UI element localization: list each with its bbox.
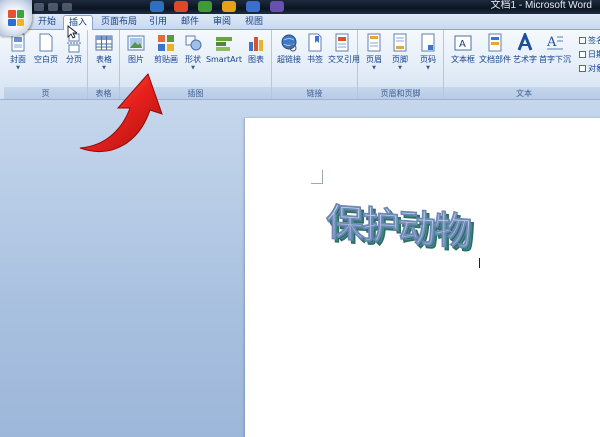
quick-parts-icon (488, 33, 502, 52)
calendar-icon (579, 51, 586, 58)
drop-cap-icon: A (546, 35, 563, 50)
tab-review[interactable]: 审阅 (208, 15, 236, 30)
header-button[interactable]: 页眉 ▼ (362, 33, 386, 71)
picture-button[interactable]: 图片 (124, 33, 148, 65)
document-page[interactable]: 保护动物 保护动物 (245, 118, 600, 437)
hyperlink-button[interactable]: 超链接 (274, 33, 304, 65)
bookmark-button[interactable]: 书签 (304, 33, 326, 65)
cross-reference-button[interactable]: 交叉引用 (328, 33, 360, 64)
redo-icon[interactable] (62, 3, 72, 11)
text-cursor (479, 258, 480, 268)
chart-icon (249, 37, 263, 51)
taskbar-icons (150, 1, 284, 12)
footer-button[interactable]: 页脚 ▼ (388, 33, 412, 71)
table-icon (95, 35, 113, 51)
signature-line-button[interactable]: 签名 (579, 35, 600, 46)
dropdown-arrow-icon: ▼ (372, 65, 376, 71)
undo-icon[interactable] (48, 3, 58, 11)
blank-page-button[interactable]: 空白页 (32, 33, 60, 65)
group-links: 超链接 书签 交叉引用 链接 (272, 30, 360, 99)
bookmark-icon (308, 33, 322, 52)
svg-text:A: A (546, 35, 557, 50)
window-title: 文档1 - Microsoft Word (490, 0, 593, 11)
tab-references[interactable]: 引用 (144, 15, 172, 30)
red-arrow-icon (79, 73, 163, 153)
text-box-icon: A (454, 35, 472, 51)
cover-page-icon (11, 33, 25, 52)
tab-mailings[interactable]: 邮件 (176, 15, 204, 30)
svg-text:A: A (459, 39, 466, 50)
date-time-button[interactable]: 日期 (579, 49, 600, 60)
clip-art-icon (158, 35, 174, 51)
office-logo-icon (8, 10, 24, 26)
page-number-button[interactable]: 页码 ▼ (416, 33, 440, 71)
signature-icon (579, 37, 586, 44)
smartart-button[interactable]: SmartArt (204, 33, 244, 65)
ribbon-tab-row: 开始 插入 页面布局 引用 邮件 审阅 视图 (0, 14, 600, 31)
blank-page-icon (39, 33, 53, 52)
group-header-footer: 页眉 ▼ 页脚 ▼ 页码 ▼ 页眉和页脚 (358, 30, 444, 99)
group-label-header-footer: 页眉和页脚 (358, 87, 443, 99)
tab-view[interactable]: 视图 (240, 15, 268, 30)
group-label-text: 文本 (444, 87, 600, 99)
object-button[interactable]: 对象 (579, 63, 600, 74)
dropdown-arrow-icon: ▼ (426, 65, 430, 71)
smartart-icon (216, 37, 232, 51)
group-label-links: 链接 (272, 87, 357, 99)
mouse-pointer-icon (67, 25, 77, 39)
wordart-button[interactable]: 艺术字 (512, 33, 538, 65)
quick-access-toolbar (34, 0, 72, 14)
shapes-icon (185, 35, 202, 51)
wordart-icon (517, 33, 533, 51)
margin-corner-mark (311, 170, 323, 184)
tab-home[interactable]: 开始 (33, 15, 61, 30)
footer-icon (393, 33, 407, 52)
drop-cap-button[interactable]: A 首字下沉 (538, 33, 572, 65)
chart-button[interactable]: 图表 (244, 33, 268, 65)
tab-page-layout[interactable]: 页面布局 (98, 15, 140, 30)
object-icon (579, 65, 586, 72)
group-text: A 文本框 文档部件 艺术字 A 首字下沉 签名 日期 对象 文本 (444, 30, 600, 99)
dropdown-arrow-icon: ▼ (16, 65, 20, 71)
shapes-button[interactable]: 形状 ▼ (182, 33, 204, 71)
clip-art-button[interactable]: 剪贴画 (150, 33, 182, 65)
app-icon[interactable] (150, 1, 164, 12)
app-icon[interactable] (174, 1, 188, 12)
table-button[interactable]: 表格 ▼ (91, 33, 117, 71)
dropdown-arrow-icon: ▼ (191, 65, 195, 71)
cover-page-button[interactable]: 封面 ▼ (6, 33, 30, 71)
text-box-button[interactable]: A 文本框 (448, 33, 478, 65)
app-icon[interactable] (198, 1, 212, 12)
dropdown-arrow-icon: ▼ (398, 65, 402, 71)
picture-icon (127, 35, 145, 51)
app-icon[interactable] (246, 1, 260, 12)
wordart-object[interactable]: 保护动物 保护动物 (325, 190, 485, 270)
cross-reference-icon (335, 33, 349, 52)
app-icon[interactable] (270, 1, 284, 12)
title-bar: 文档1 - Microsoft Word (0, 0, 600, 14)
save-icon[interactable] (34, 3, 44, 11)
quick-parts-button[interactable]: 文档部件 (478, 33, 512, 65)
app-icon[interactable] (222, 1, 236, 12)
header-icon (367, 33, 381, 52)
globe-link-icon (281, 34, 297, 52)
page-number-icon (421, 33, 435, 52)
